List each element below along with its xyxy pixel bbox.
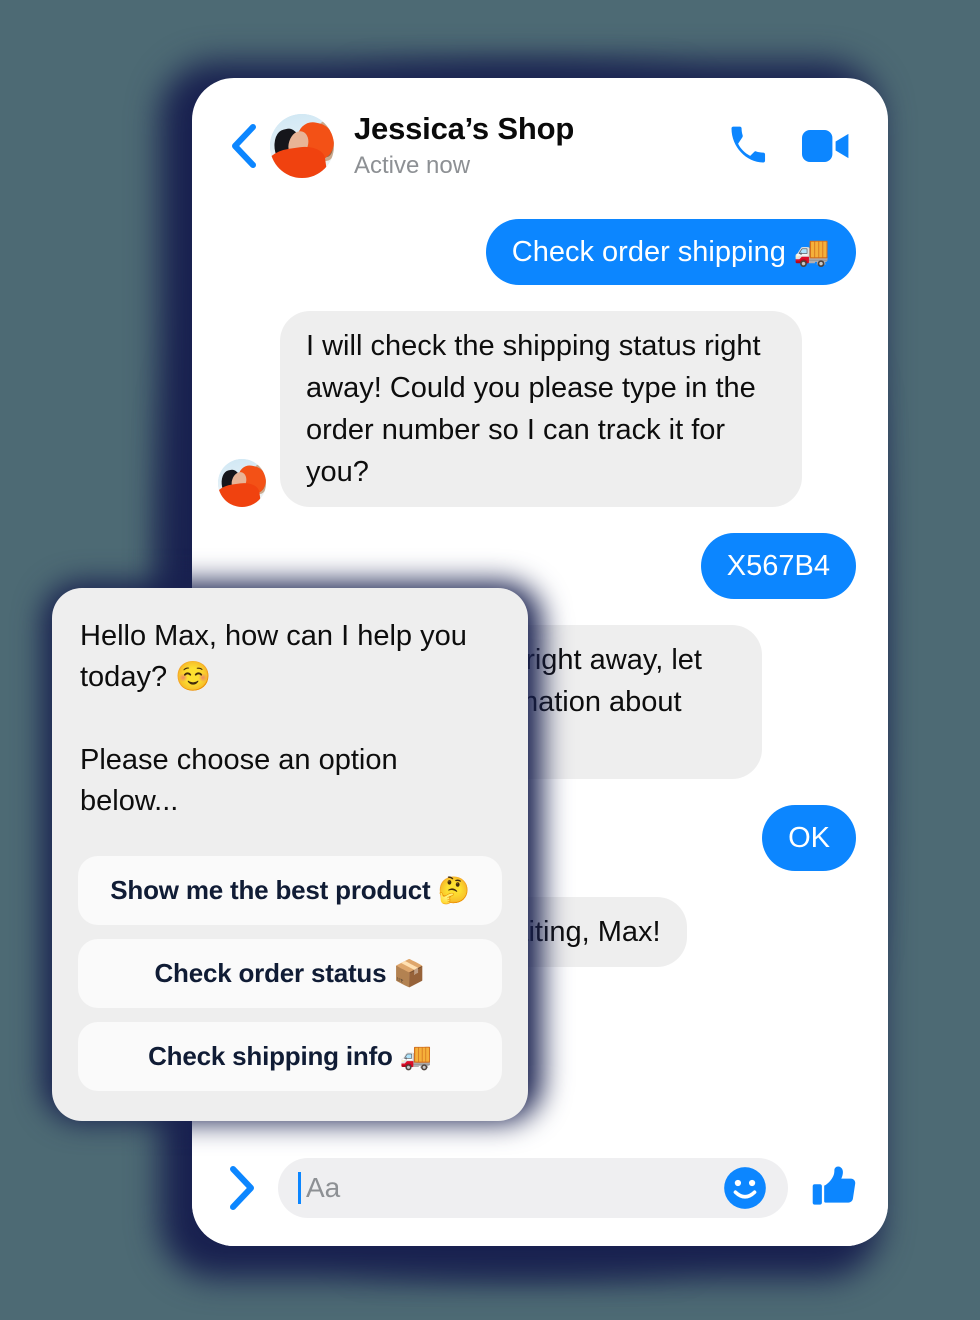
- option-show-best-product[interactable]: Show me the best product 🤔: [78, 855, 502, 925]
- message-row-incoming-1: I will check the shipping status right a…: [218, 310, 856, 508]
- text-caret: [298, 1172, 301, 1204]
- header-text: Jessica’s Shop Active now: [354, 111, 726, 181]
- header-actions: [726, 124, 854, 168]
- status-text: Active now: [354, 151, 471, 179]
- call-button[interactable]: [726, 124, 770, 168]
- page-title: Jessica’s Shop: [354, 111, 575, 146]
- message-input-wrapper[interactable]: [278, 1158, 788, 1218]
- message-input[interactable]: [306, 1172, 712, 1204]
- greeting-text: Hello Max, how can I help you today? ☺️ …: [80, 620, 467, 817]
- message-bubble[interactable]: OK: [762, 805, 856, 872]
- like-button[interactable]: [810, 1163, 860, 1213]
- phone-icon: [731, 127, 766, 163]
- message-composer: [192, 1136, 888, 1246]
- option-check-order-status[interactable]: Check order status 📦: [78, 938, 502, 1008]
- smiley-face-icon: [724, 1167, 766, 1209]
- avatar[interactable]: [270, 114, 334, 179]
- emoji-button[interactable]: [720, 1163, 770, 1213]
- quick-reply-options-card: Hello Max, how can I help you today? ☺️ …: [52, 588, 528, 1121]
- back-button[interactable]: [222, 122, 264, 170]
- chevron-left-icon: [232, 124, 256, 169]
- message-row-outgoing-1: Check order shipping 🚚: [218, 218, 856, 285]
- video-call-button[interactable]: [802, 126, 850, 166]
- avatar[interactable]: [218, 459, 266, 508]
- expand-actions-button[interactable]: [218, 1165, 264, 1211]
- message-bubble[interactable]: X567B4: [700, 533, 856, 600]
- thumbs-up-icon: [812, 1166, 856, 1205]
- message-bubble[interactable]: Check order shipping 🚚: [485, 218, 856, 285]
- chat-header: Jessica’s Shop Active now: [192, 78, 888, 201]
- option-check-shipping-info[interactable]: Check shipping info 🚚: [78, 1021, 502, 1091]
- chevron-right-icon: [230, 1166, 254, 1210]
- options-list: Show me the best product 🤔 Check order s…: [78, 855, 502, 1091]
- message-bubble[interactable]: I will check the shipping status right a…: [280, 310, 802, 508]
- video-camera-icon: [802, 130, 849, 163]
